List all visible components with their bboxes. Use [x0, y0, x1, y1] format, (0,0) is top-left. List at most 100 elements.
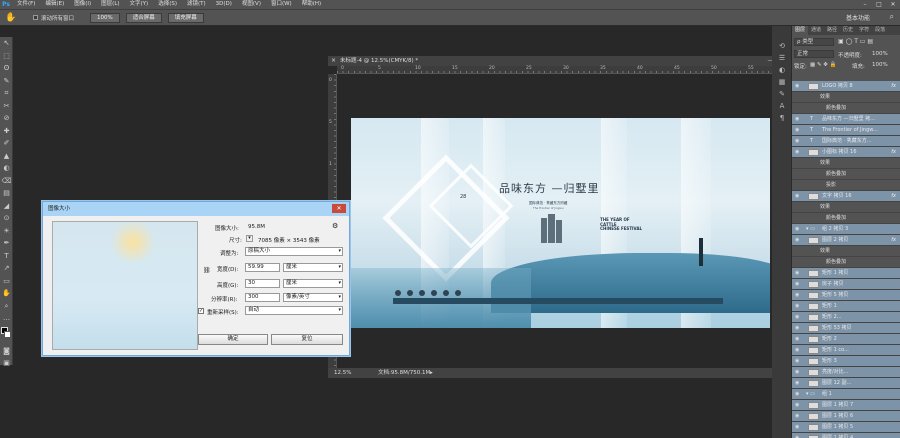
tool-icon[interactable]: ✐ — [0, 137, 13, 150]
layer-row[interactable]: ◉ T The Frontier of Jingw... — [792, 125, 900, 136]
lock-icons[interactable]: ▦ ✎ ✥ 🔒 — [810, 62, 837, 68]
character-panel-icon[interactable]: A — [772, 100, 792, 112]
visibility-eye-icon[interactable]: ◉ — [795, 268, 799, 278]
tool-icon[interactable]: ʘ — [0, 62, 13, 75]
tool-icon[interactable]: ☀ — [0, 225, 13, 238]
menu-item[interactable]: 编辑(E) — [40, 0, 69, 9]
layer-row[interactable]: ◉ 矩形 3 — [792, 356, 900, 367]
horizontal-ruler[interactable]: 051015202530354045505560 — [337, 66, 791, 74]
panel-tab[interactable]: 字符 — [856, 26, 872, 35]
layer-row[interactable]: ◉ ▾ ▭ 组 1 — [792, 389, 900, 400]
tool-icon[interactable]: ▲ — [0, 150, 13, 163]
visibility-eye-icon[interactable]: ◉ — [795, 290, 799, 300]
layer-row[interactable]: ◉ 图层 2 拷贝 fx — [792, 235, 900, 246]
scroll-all-windows-checkbox[interactable] — [33, 15, 38, 20]
tool-icon[interactable]: ✋ — [0, 287, 13, 300]
reset-button[interactable]: 复位 — [271, 334, 343, 345]
properties-panel-icon[interactable]: ☰ — [772, 52, 792, 64]
tool-icon[interactable]: ✚ — [0, 125, 13, 138]
visibility-eye-icon[interactable]: ◉ — [795, 367, 799, 377]
visibility-eye-icon[interactable]: ◉ — [795, 125, 799, 135]
layer-row[interactable]: ◉ ▾ ▭ 组 2 拷贝 3 — [792, 224, 900, 235]
fx-badge[interactable]: fx — [891, 235, 896, 245]
fit-to-select[interactable]: 原稿大小 — [245, 247, 343, 256]
menu-item[interactable]: 文字(Y) — [125, 0, 154, 9]
resolution-unit-select[interactable]: 像素/英寸 — [283, 293, 343, 302]
artwork-canvas[interactable]: 品味东方 —归墅里 国际典范 · 隽藏东方府藏 The Frontier of … — [351, 118, 770, 328]
layer-row[interactable]: ◉ 图层 1 拷贝 6 — [792, 411, 900, 422]
layer-row[interactable]: ◉ 矩形 1 — [792, 301, 900, 312]
fx-badge[interactable]: fx — [891, 191, 896, 201]
constrain-proportions-link-icon[interactable]: ⛓ — [203, 267, 211, 274]
layer-effect-row[interactable]: 效果 — [792, 158, 900, 169]
height-input[interactable]: 30 — [245, 279, 280, 288]
tool-icon[interactable]: ✎ — [0, 75, 13, 88]
layer-kind-filter[interactable]: ρ 类型 — [794, 38, 834, 46]
visibility-eye-icon[interactable]: ◉ — [795, 422, 799, 432]
folder-icon[interactable]: ▾ ▭ — [806, 224, 815, 234]
image-preview[interactable] — [52, 221, 198, 350]
layer-row[interactable]: ◉ 矩形 1 co... — [792, 345, 900, 356]
menu-item[interactable]: 图层(L) — [96, 0, 124, 9]
minimize-button[interactable]: – — [858, 0, 872, 9]
zoom-level[interactable]: 12.5% — [334, 368, 351, 378]
layer-row[interactable]: ◉ 矩形 2... — [792, 312, 900, 323]
visibility-eye-icon[interactable]: ◉ — [795, 433, 799, 438]
close-app-button[interactable]: ✕ — [886, 0, 900, 9]
tool-icon[interactable]: ↗ — [0, 262, 13, 275]
settings-gear-icon[interactable]: ⚙ — [332, 222, 338, 230]
visibility-eye-icon[interactable]: ◉ — [795, 312, 799, 322]
visibility-eye-icon[interactable]: ◉ — [795, 400, 799, 410]
visibility-eye-icon[interactable]: ◉ — [795, 334, 799, 344]
blend-mode-select[interactable]: 正常 — [794, 50, 834, 58]
visibility-eye-icon[interactable]: ◉ — [795, 389, 799, 399]
layer-row[interactable]: ◉ T 品味东方 —归墅里 拷... — [792, 114, 900, 125]
tool-icon[interactable]: ⊘ — [0, 112, 13, 125]
zoom-100-button[interactable]: 100% — [90, 12, 120, 23]
layer-row[interactable]: ◉ 图层 1 拷贝 5 — [792, 422, 900, 433]
background-color-swatch[interactable] — [4, 330, 11, 338]
document-tab[interactable]: × 未标题-4 @ 12.5%(CMYK/8) * — □ — [328, 56, 784, 66]
visibility-eye-icon[interactable]: ◉ — [795, 191, 799, 201]
close-document-icon[interactable]: × — [331, 56, 336, 66]
tool-icon[interactable]: ◐ — [0, 162, 13, 175]
fx-badge[interactable]: fx — [891, 147, 896, 157]
layer-row[interactable]: ◉ 矩形 1 拷贝 — [792, 268, 900, 279]
layer-row[interactable]: ◉ 矩形 53 拷贝 — [792, 323, 900, 334]
brush-panel-icon[interactable]: ✎ — [772, 88, 792, 100]
fill-screen-button[interactable]: 填充屏幕 — [167, 12, 204, 23]
paragraph-panel-icon[interactable]: ¶ — [772, 112, 792, 124]
panel-tab[interactable]: 历史 — [840, 26, 856, 35]
layer-effect-row[interactable]: 颜色叠加 — [792, 169, 900, 180]
menu-item[interactable]: 文件(F) — [12, 0, 40, 9]
tool-icon[interactable]: ✒ — [0, 237, 13, 250]
swatches-panel-icon[interactable]: ▦ — [772, 76, 792, 88]
layer-effect-row[interactable]: 投影 — [792, 180, 900, 191]
layer-effect-row[interactable]: 效果 — [792, 246, 900, 257]
tool-icon[interactable]: ↖ — [0, 37, 13, 50]
resample-select[interactable]: 自动 — [245, 306, 343, 315]
visibility-eye-icon[interactable]: ◉ — [795, 345, 799, 355]
tool-icon[interactable]: ✂ — [0, 100, 13, 113]
width-input[interactable]: 59.99 — [245, 263, 280, 272]
history-panel-icon[interactable]: ⟲ — [772, 40, 792, 52]
screen-mode-icon[interactable]: ▣ — [0, 357, 13, 370]
workspace-selector[interactable]: 基本功能 — [846, 13, 870, 22]
panel-tab[interactable]: 图层 — [792, 26, 809, 35]
resolution-input[interactable]: 300 — [245, 293, 280, 302]
menu-item[interactable]: 图像(I) — [69, 0, 96, 9]
visibility-eye-icon[interactable]: ◉ — [795, 147, 799, 157]
visibility-eye-icon[interactable]: ◉ — [795, 279, 799, 289]
status-arrow-icon[interactable]: ▸ — [430, 368, 433, 378]
menu-item[interactable]: 3D(D) — [211, 0, 237, 9]
tool-icon[interactable]: ⬚ — [0, 50, 13, 63]
panel-tab[interactable]: 段落 — [872, 26, 888, 35]
tool-icon[interactable]: ⌗ — [0, 87, 13, 100]
height-unit-select[interactable]: 厘米 — [283, 279, 343, 288]
visibility-eye-icon[interactable]: ◉ — [795, 301, 799, 311]
layer-row[interactable]: ◉ 图层 1 拷贝 7 — [792, 400, 900, 411]
layer-row[interactable]: ◉ 亮度/对比... — [792, 367, 900, 378]
layer-row[interactable]: ◉ 矩形 2 — [792, 334, 900, 345]
hand-tool-icon[interactable]: ✋ — [5, 12, 19, 24]
visibility-eye-icon[interactable]: ◉ — [795, 411, 799, 421]
